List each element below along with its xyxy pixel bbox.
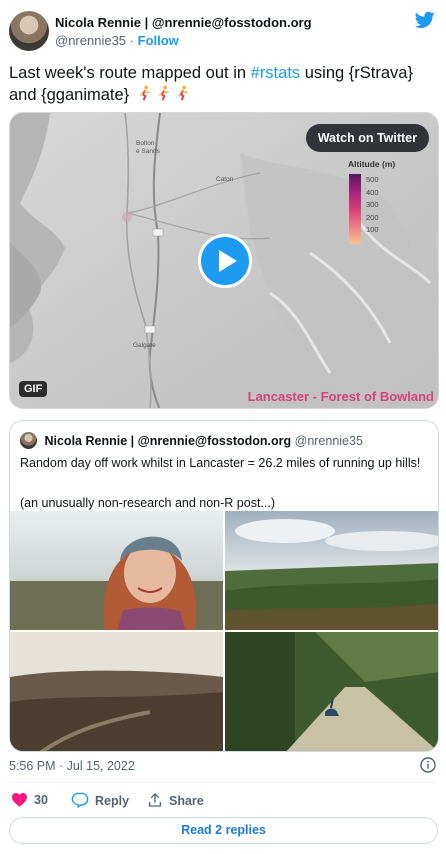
read-replies-button[interactable]: Read 2 replies [9, 817, 438, 844]
reply-icon [71, 792, 89, 808]
quoted-tweet-header: Nicola Rennie | @nrennie@fosstodon.org @… [20, 432, 363, 449]
place-label: e Sands [136, 148, 161, 155]
altitude-legend-bar [349, 174, 361, 244]
photo-selfie[interactable] [10, 511, 223, 630]
play-button[interactable] [198, 234, 252, 288]
runner-emoji-icon [158, 85, 169, 101]
handle-separator: · [129, 33, 134, 48]
watch-on-twitter-button[interactable]: Watch on Twitter [305, 124, 429, 152]
author-handle-line: @nrennie35 · Follow [55, 33, 179, 48]
info-icon[interactable] [420, 757, 436, 773]
photo-forest-track-peacock[interactable] [225, 632, 438, 751]
photo-landscape-valley[interactable] [225, 511, 438, 630]
quoted-author-avatar [20, 432, 37, 449]
divider [9, 782, 437, 783]
like-button[interactable]: 30 [11, 792, 48, 807]
author-handle[interactable]: @nrennie35 [55, 33, 126, 48]
legend-ticks: 500 400 300 200 100 [366, 174, 379, 237]
place-label: Galgate [133, 342, 156, 349]
legend-tick: 300 [366, 200, 379, 209]
quoted-text-line: Random day off work whilst in Lancaster … [20, 456, 421, 470]
quoted-text-line: (an unusually non-research and non-R pos… [20, 496, 276, 510]
play-icon [219, 250, 237, 272]
quoted-tweet[interactable]: Nicola Rennie | @nrennie@fosstodon.org @… [9, 420, 439, 752]
quoted-author-handle: @nrennie35 [294, 434, 363, 448]
share-button[interactable]: Share [147, 792, 204, 808]
tweet-header: Nicola Rennie | @nrennie@fosstodon.org @… [9, 11, 437, 53]
selfie-image [10, 511, 223, 630]
tweet-text-part: Last week's route mapped out in [9, 64, 251, 82]
runner-emoji-icon [177, 85, 188, 101]
legend-tick: 200 [366, 212, 379, 222]
quoted-author-name: Nicola Rennie | @nrennie@fosstodon.org [44, 434, 292, 448]
runner-emoji-icon [139, 85, 150, 101]
legend-title: Altitude (m) [348, 159, 396, 169]
map-caption: Lancaster - Forest of Bowland [247, 389, 434, 404]
legend-tick: 500 [366, 175, 379, 184]
hashtag-link[interactable]: #rstats [251, 64, 301, 82]
tweet-text: Last week's route mapped out in #rstats … [9, 62, 437, 106]
legend-tick: 400 [366, 187, 379, 197]
moorland-image [10, 632, 223, 751]
reply-label: Reply [95, 794, 130, 808]
photo-moorland[interactable] [10, 632, 223, 751]
follow-button[interactable]: Follow [138, 33, 179, 48]
share-label: Share [169, 794, 204, 808]
reply-button[interactable]: Reply [71, 792, 129, 808]
route-map-gif[interactable]: Bolton e Sands Caton Galgate Watch on Tw… [9, 112, 439, 409]
heart-icon [12, 793, 27, 807]
twitter-bird-icon[interactable] [415, 11, 435, 29]
share-icon [149, 793, 161, 807]
place-label: Caton [216, 176, 234, 183]
forest-track-image [225, 632, 438, 751]
gif-badge: GIF [19, 381, 48, 397]
landscape-image [225, 511, 438, 630]
legend-tick: 100 [366, 225, 379, 234]
tweet-timestamp[interactable]: 5:56 PM · Jul 15, 2022 [9, 759, 135, 773]
like-count: 30 [34, 793, 48, 807]
quoted-tweet-text: Random day off work whilst in Lancaster … [20, 453, 430, 513]
author-avatar[interactable] [9, 11, 49, 51]
author-name[interactable]: Nicola Rennie | @nrennie@fosstodon.org [55, 15, 312, 30]
place-label: Bolton [136, 140, 155, 147]
